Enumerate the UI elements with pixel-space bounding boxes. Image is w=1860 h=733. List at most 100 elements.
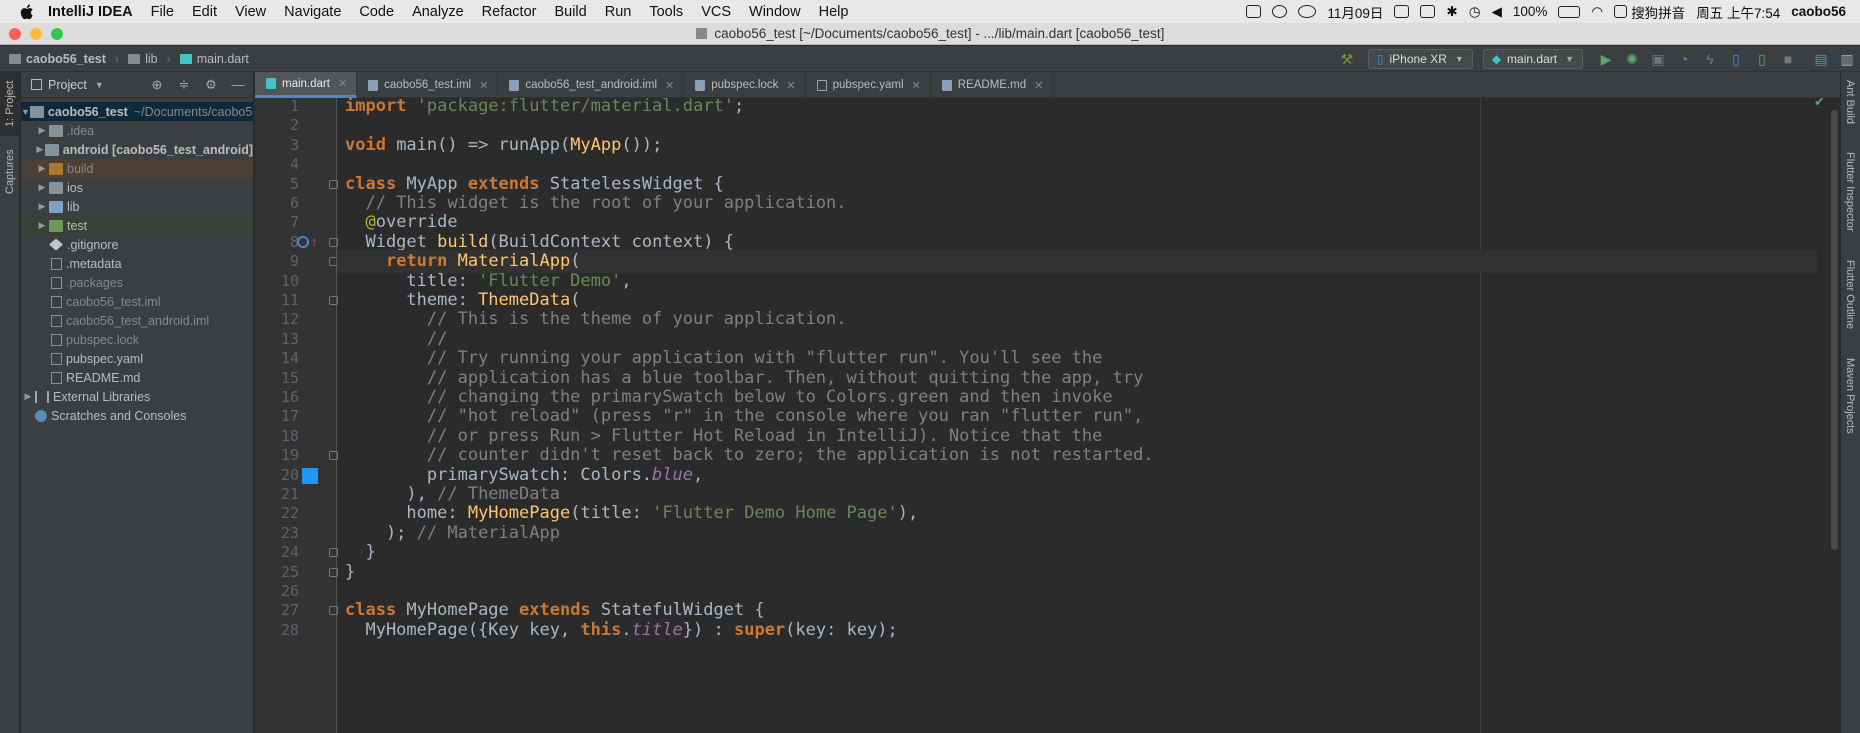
hide-panel-icon[interactable]: — — [229, 76, 247, 94]
menu-edit[interactable]: Edit — [192, 4, 217, 20]
close-tab-icon[interactable]: ✕ — [1034, 79, 1043, 92]
box-icon[interactable] — [1394, 5, 1410, 18]
maven-projects-tab[interactable]: Maven Projects — [1840, 346, 1860, 446]
close-tab-icon[interactable]: ✕ — [786, 79, 795, 92]
fold-marker-icon[interactable] — [329, 296, 338, 305]
minimize-window-button[interactable] — [30, 28, 42, 40]
menu-file[interactable]: File — [151, 4, 174, 20]
close-tab-icon[interactable]: ✕ — [338, 77, 347, 90]
zoom-window-button[interactable] — [51, 28, 63, 40]
fold-marker-icon[interactable] — [329, 548, 338, 557]
locate-file-icon[interactable]: ⊕ — [148, 76, 166, 94]
clock-text[interactable]: 周五 上午7:54 — [1696, 2, 1780, 22]
fold-marker-icon[interactable] — [329, 238, 338, 247]
expanded-arrow-icon[interactable]: ▼ — [21, 107, 30, 117]
bluetooth-icon[interactable]: ✱ — [1446, 4, 1457, 20]
fold-marker-icon[interactable] — [329, 568, 338, 577]
volume-icon[interactable]: ◀ — [1491, 4, 1501, 20]
coverage-icon[interactable]: ▣ — [1648, 49, 1668, 69]
grid-icon[interactable] — [1420, 5, 1436, 18]
menu-help[interactable]: Help — [819, 4, 849, 20]
tree-row-ios[interactable]: ▶ ios — [21, 178, 253, 197]
fold-marker-icon[interactable] — [329, 606, 338, 615]
ant-build-tab[interactable]: Ant Build — [1840, 72, 1860, 132]
tree-row-build[interactable]: ▶ build — [21, 159, 253, 178]
screen-share-icon[interactable] — [1246, 5, 1262, 18]
collapsed-arrow-icon[interactable]: ▶ — [35, 182, 49, 193]
captures-tool-tab[interactable]: Captures — [0, 142, 20, 202]
layout-icon[interactable]: ▥ — [1837, 49, 1857, 69]
user-name[interactable]: caobo56 — [1791, 4, 1846, 19]
tree-row-external-libraries[interactable]: ▶ External Libraries — [21, 387, 253, 406]
breadcrumb-file[interactable]: main.dart — [179, 52, 249, 66]
editor-scrollbar[interactable] — [1831, 110, 1838, 550]
checkmark-icon[interactable]: ✔ — [1814, 98, 1830, 110]
fold-marker-icon[interactable] — [329, 180, 338, 189]
code-line[interactable]: ); // MaterialApp — [345, 522, 560, 545]
profile-icon[interactable]: ◔ — [1674, 49, 1694, 69]
browser-icon[interactable] — [1272, 5, 1288, 18]
battery-percent[interactable]: 100% — [1513, 4, 1548, 19]
project-structure-icon[interactable]: ▤ — [1811, 49, 1831, 69]
tab-readme-md[interactable]: README.md ✕ — [931, 72, 1054, 98]
collapsed-arrow-icon[interactable]: ▶ — [35, 125, 49, 136]
battery-icon[interactable] — [1558, 5, 1581, 18]
collapsed-arrow-icon[interactable]: ▶ — [35, 144, 45, 155]
input-method-label[interactable]: 搜狗拼音 — [1631, 2, 1685, 22]
menu-code[interactable]: Code — [359, 4, 394, 20]
breadcrumb-lib[interactable]: lib — [128, 52, 158, 66]
code-editor[interactable]: 1 2 3 4 5 6 7 8 9 10 11 12 13 14 15 16 17 18 19 20 21 22 23 24 2… — [255, 98, 1840, 733]
menu-build[interactable]: Build — [554, 4, 586, 20]
overrides-arrow-icon[interactable]: ↑ — [311, 234, 318, 249]
collapse-all-icon[interactable]: ≑ — [175, 76, 193, 94]
menu-analyze[interactable]: Analyze — [412, 4, 464, 20]
attach-icon[interactable]: ▯ — [1726, 49, 1746, 69]
wifi-icon[interactable]: ◠ — [1591, 4, 1603, 20]
menu-window[interactable]: Window — [749, 4, 801, 20]
breadcrumb-project[interactable]: caobo56_test — [9, 52, 106, 66]
tree-row-readme-md[interactable]: README.md — [21, 368, 253, 387]
run-config-selector[interactable]: ◆ main.dart ▼ — [1482, 49, 1583, 69]
tab-pubspec-yaml[interactable]: pubspec.yaml ✕ — [806, 72, 931, 98]
override-marker-icon[interactable] — [297, 236, 309, 248]
code-line[interactable]: } — [345, 561, 355, 584]
code-line[interactable]: MyHomePage({Key key, this.title}) : supe… — [345, 619, 897, 642]
tree-row-caobo56-test-iml[interactable]: caobo56_test.iml — [21, 292, 253, 311]
apple-icon[interactable] — [20, 4, 36, 20]
tree-row-pubspec-yaml[interactable]: pubspec.yaml — [21, 349, 253, 368]
flutter-outline-tab[interactable]: Flutter Outline — [1840, 250, 1860, 340]
timemachine-icon[interactable]: ◷ — [1469, 4, 1481, 20]
tree-row-lib[interactable]: ▶ lib — [21, 197, 253, 216]
code-line[interactable]: import 'package:flutter/material.dart'; — [345, 98, 744, 118]
menu-run[interactable]: Run — [605, 4, 632, 20]
menu-view[interactable]: View — [235, 4, 266, 20]
date-text[interactable]: 11月09日 — [1327, 2, 1383, 22]
collapsed-arrow-icon[interactable]: ▶ — [35, 201, 49, 212]
menu-tools[interactable]: Tools — [649, 4, 683, 20]
tree-row-caobo56-test-android-iml[interactable]: caobo56_test_android.iml — [21, 311, 253, 330]
tab-pubspec-lock[interactable]: pubspec.lock ✕ — [684, 72, 806, 98]
device-selector[interactable]: ▯ iPhone XR ▼ — [1367, 49, 1473, 69]
tree-row-pubspec-lock[interactable]: pubspec.lock — [21, 330, 253, 349]
collapsed-arrow-icon[interactable]: ▶ — [21, 391, 35, 402]
chevron-down-icon[interactable]: ▼ — [95, 80, 104, 90]
tab-main-dart[interactable]: main.dart ✕ — [255, 72, 358, 98]
menu-refactor[interactable]: Refactor — [482, 4, 537, 20]
stop-icon[interactable]: ■ — [1778, 49, 1798, 69]
close-tab-icon[interactable]: ✕ — [912, 79, 921, 92]
close-window-button[interactable] — [9, 28, 21, 40]
gear-icon[interactable]: ⚙ — [202, 76, 220, 94]
wechat-icon[interactable] — [1298, 5, 1317, 18]
menu-navigate[interactable]: Navigate — [284, 4, 341, 20]
close-tab-icon[interactable]: ✕ — [479, 79, 488, 92]
menu-app-name[interactable]: IntelliJ IDEA — [48, 4, 133, 20]
tree-row-gitignore[interactable]: .gitignore — [21, 235, 253, 254]
tab-caobo56-test-iml[interactable]: caobo56_test.iml ✕ — [357, 72, 499, 98]
tree-row-root[interactable]: ▼ caobo56_test ~/Documents/caobo56_test — [21, 102, 253, 121]
project-view-selector[interactable]: Project — [48, 78, 87, 92]
tree-row-scratches[interactable]: Scratches and Consoles — [21, 406, 253, 425]
build-hammer-icon[interactable]: ⚒ — [1337, 49, 1357, 69]
run-icon[interactable]: ▶ — [1596, 49, 1616, 69]
fold-marker-icon[interactable] — [329, 451, 338, 460]
tree-row-test[interactable]: ▶ test — [21, 216, 253, 235]
